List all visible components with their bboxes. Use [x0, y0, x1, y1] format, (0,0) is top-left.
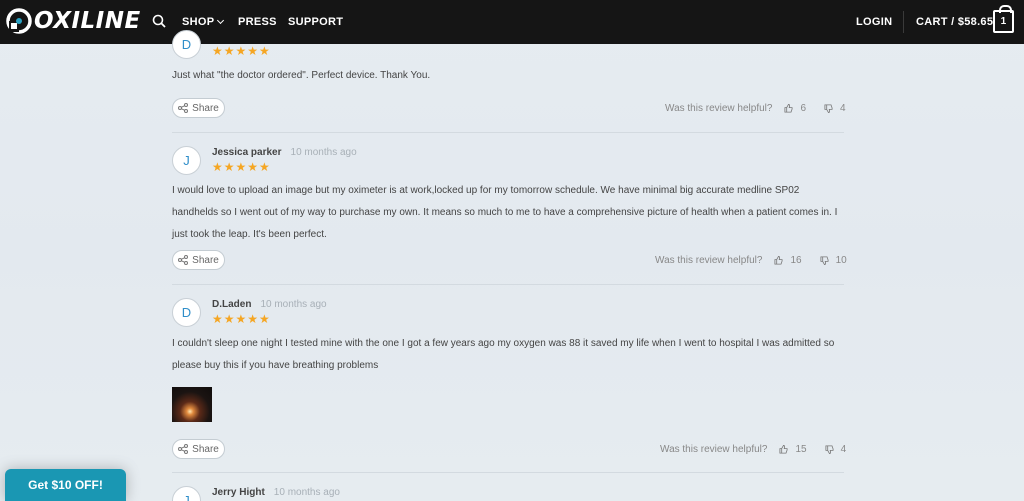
thumbs-down-icon[interactable] [824, 104, 833, 113]
share-label: Share [192, 102, 219, 114]
helpful-up-count: 15 [795, 444, 807, 455]
helpful-label: Was this review helpful? [665, 103, 773, 114]
chevron-down-icon [217, 16, 225, 25]
search-icon[interactable] [152, 14, 166, 28]
nav-cart[interactable]: CART / $58.65 [916, 16, 993, 28]
nav-press[interactable]: PRESS [238, 16, 277, 28]
share-label: Share [192, 254, 219, 266]
author-name: Jerry Hight [212, 487, 265, 498]
cart-count: 1 [1000, 16, 1007, 27]
nav-divider [903, 11, 904, 33]
divider [172, 472, 844, 473]
review-date: 10 months ago [260, 299, 327, 310]
review-author: D.Laden 10 months ago [212, 299, 327, 310]
author-name: Jessica parker [212, 147, 282, 158]
star-rating: ★★★★★ [212, 160, 271, 174]
helpful-up-count: 6 [800, 103, 807, 114]
review-photo[interactable] [172, 387, 212, 422]
helpful-down-count: 4 [840, 444, 847, 455]
helpful-row: Was this review helpful? 16 10 [655, 255, 847, 266]
share-label: Share [192, 443, 219, 455]
thumbs-up-icon[interactable] [784, 104, 793, 113]
star-rating: ★★★★★ [212, 312, 271, 326]
review-text: Just what "the doctor ordered". Perfect … [172, 70, 431, 81]
share-button[interactable]: Share [172, 98, 225, 118]
helpful-label: Was this review helpful? [660, 444, 768, 455]
share-button[interactable]: Share [172, 250, 225, 270]
helpful-row: Was this review helpful? 6 4 [665, 103, 846, 114]
avatar: D [172, 298, 201, 327]
brand-name: OXILINE [34, 8, 141, 34]
review-author: Jessica parker 10 months ago [212, 147, 357, 158]
nav-shop-label: SHOP [182, 16, 215, 28]
nav-support[interactable]: SUPPORT [288, 16, 343, 28]
top-navbar: OXILINE SHOP PRESS SUPPORT LOGIN CART / … [0, 0, 1024, 44]
author-name: D.Laden [212, 299, 252, 310]
nav-login[interactable]: LOGIN [856, 16, 892, 28]
divider [172, 132, 844, 133]
thumbs-up-icon[interactable] [774, 256, 783, 265]
divider [172, 284, 844, 285]
review-date: 10 months ago [290, 147, 357, 158]
helpful-row: Was this review helpful? 15 4 [660, 444, 846, 455]
nav-shop[interactable]: SHOP [182, 16, 225, 28]
helpful-up-count: 16 [790, 255, 802, 266]
helpful-down-count: 4 [840, 103, 846, 114]
share-icon [178, 444, 189, 454]
review-text: I would love to upload an image but my o… [172, 185, 838, 240]
avatar: J [172, 146, 201, 175]
avatar: D [172, 30, 201, 59]
star-rating: ★★★★★ [212, 44, 271, 58]
helpful-down-count: 10 [835, 255, 847, 266]
thumbs-up-icon[interactable] [779, 445, 788, 454]
discount-coupon-button[interactable]: Get $10 OFF! [5, 469, 126, 501]
review-text: I couldn't sleep one night I tested mine… [172, 338, 835, 371]
share-button[interactable]: Share [172, 439, 225, 459]
thumbs-down-icon[interactable] [820, 256, 829, 265]
helpful-label: Was this review helpful? [655, 255, 763, 266]
logo-mark-icon [6, 8, 32, 34]
brand-logo[interactable]: OXILINE [6, 8, 141, 34]
review-date: 10 months ago [273, 487, 340, 498]
thumbs-down-icon[interactable] [825, 445, 834, 454]
avatar: J [172, 486, 201, 501]
review-author: Jerry Hight 10 months ago [212, 487, 340, 498]
share-icon [178, 255, 189, 265]
share-icon [178, 103, 189, 113]
cart-icon[interactable]: 1 [993, 5, 1014, 33]
